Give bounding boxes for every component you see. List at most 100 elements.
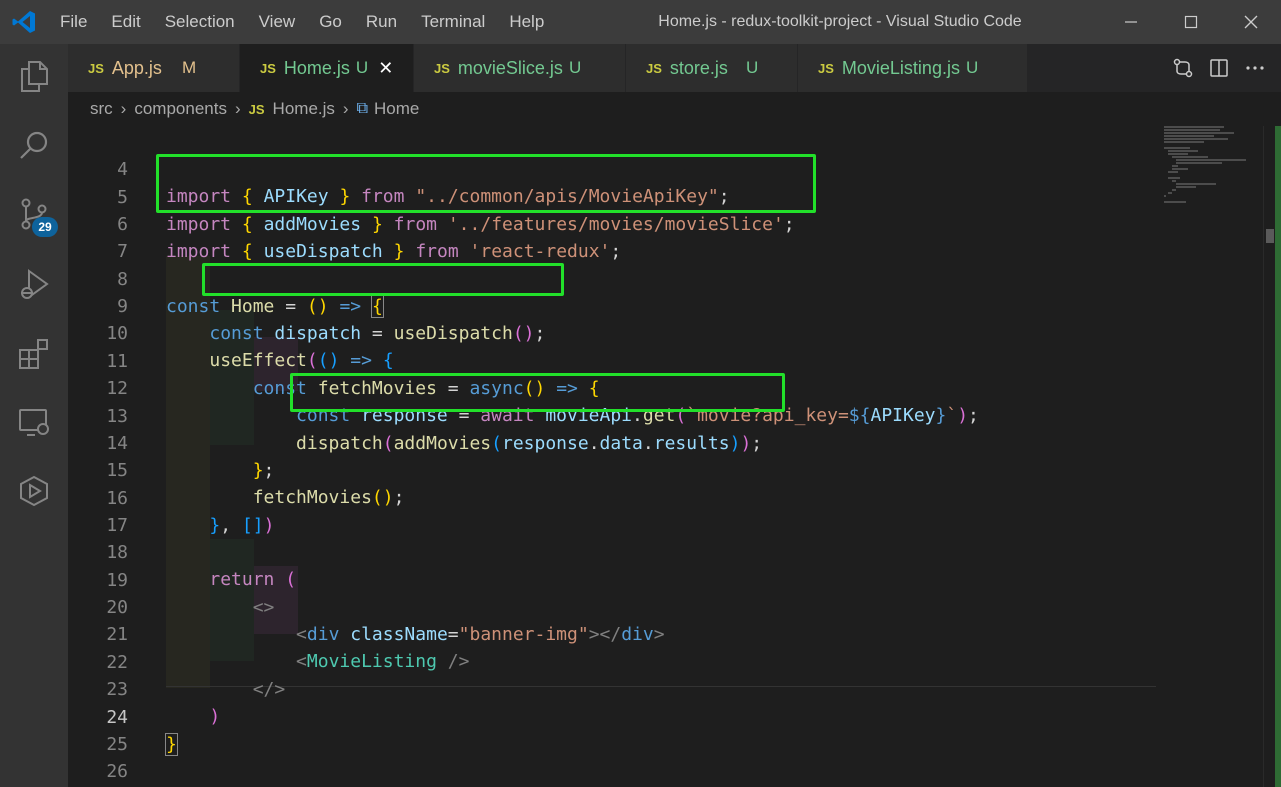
open-changes-icon[interactable] xyxy=(1165,50,1201,86)
minimap-line xyxy=(1164,195,1166,197)
breadcrumb-components[interactable]: components xyxy=(134,99,227,119)
code-line: 9 const dispatch = useDispatch(); xyxy=(68,266,1158,344)
code-line: 8 const Home = () => { xyxy=(68,239,1158,318)
menu-view[interactable]: View xyxy=(247,0,308,44)
search-icon[interactable] xyxy=(14,125,54,165)
tab-home-js[interactable]: JS Home.js U ✕ xyxy=(240,44,414,92)
minimap-line xyxy=(1164,141,1204,143)
code-line: 4 import { APIKey } from "../common/apis… xyxy=(68,129,1158,207)
tab-label: App.js xyxy=(111,57,162,78)
code-line: 6 import { useDispatch } from 'react-red… xyxy=(68,184,1158,262)
code-line: 18 return ( xyxy=(68,512,1158,590)
minimap-line xyxy=(1168,171,1178,173)
minimap[interactable] xyxy=(1158,126,1263,787)
live-share-icon[interactable] xyxy=(14,471,54,511)
minimap-line xyxy=(1164,132,1234,134)
extensions-icon[interactable] xyxy=(14,334,54,374)
close-window-icon[interactable] xyxy=(1221,0,1281,44)
breadcrumb-file[interactable]: Home.js xyxy=(273,99,335,119)
tab-movieslice-js[interactable]: JS movieSlice.js U xyxy=(414,44,626,92)
minimap-line xyxy=(1168,192,1172,194)
tab-label: store.js xyxy=(669,57,728,78)
minimap-line xyxy=(1176,159,1246,161)
code-line: 16 }, []) xyxy=(68,458,1158,536)
minimap-line xyxy=(1172,189,1176,191)
tab-git-status: U xyxy=(965,58,979,77)
breadcrumb-src[interactable]: src xyxy=(90,99,113,119)
js-file-icon: JS xyxy=(434,60,450,76)
code-line: 11 const fetchMovies = async() => { xyxy=(68,321,1158,399)
menu-selection[interactable]: Selection xyxy=(153,0,247,44)
menu-bar: File Edit Selection View Go Run Terminal… xyxy=(48,0,556,44)
menu-help[interactable]: Help xyxy=(497,0,556,44)
tab-git-status: M xyxy=(181,58,197,77)
minimap-line xyxy=(1164,135,1214,137)
menu-edit[interactable]: Edit xyxy=(99,0,152,44)
minimap-line xyxy=(1172,156,1208,158)
tab-bar: JS App.js M JS Home.js U ✕ JS movieSlice… xyxy=(68,44,1281,92)
window-title: Home.js - redux-toolkit-project - Visual… xyxy=(658,13,1022,30)
breadcrumb: src › components › JS Home.js › ⧉ Home xyxy=(68,92,1281,126)
code-line: 25 xyxy=(68,704,1158,755)
code-line: 17 xyxy=(68,485,1158,536)
minimap-line xyxy=(1168,177,1180,179)
maximize-icon[interactable] xyxy=(1161,0,1221,44)
menu-run[interactable]: Run xyxy=(354,0,409,44)
code-line: 20 <div className="banner-img"></div> xyxy=(68,567,1158,645)
menu-file[interactable]: File xyxy=(48,0,99,44)
tab-label: MovieListing.js xyxy=(841,57,960,78)
js-file-icon: JS xyxy=(248,101,265,117)
scrollbar-overview-ruler xyxy=(1275,126,1281,787)
code-editor[interactable]: 4 import { APIKey } from "../common/apis… xyxy=(68,126,1158,787)
code-line: 15 fetchMovies(); xyxy=(68,430,1158,508)
minimap-line xyxy=(1164,138,1228,140)
minimap-line xyxy=(1176,186,1196,188)
code-line: 23 ) xyxy=(68,649,1158,727)
title-bar: File Edit Selection View Go Run Terminal… xyxy=(0,0,1281,44)
symbol-variable-icon: ⧉ xyxy=(356,100,369,117)
minimap-line xyxy=(1176,162,1222,164)
tab-git-status: U xyxy=(568,58,582,77)
code-line: 12 const response = await movieApi.get(`… xyxy=(68,348,1158,426)
run-debug-icon[interactable] xyxy=(14,264,54,304)
code-line: 27 xyxy=(68,759,1158,786)
minimap-line xyxy=(1164,126,1224,128)
more-actions-icon[interactable] xyxy=(1237,50,1273,86)
chevron-right-icon: › xyxy=(234,99,241,118)
tab-store-js[interactable]: JS store.js U xyxy=(626,44,798,92)
split-editor-icon[interactable] xyxy=(1201,50,1237,86)
scrollbar-thumb[interactable] xyxy=(1266,229,1274,243)
tab-movielisting-js[interactable]: JS MovieListing.js U xyxy=(798,44,1028,92)
minimap-line xyxy=(1168,153,1188,155)
menu-go[interactable]: Go xyxy=(307,0,354,44)
code-line: 24 } xyxy=(68,677,1158,756)
tab-label: Home.js xyxy=(283,57,350,78)
code-line: 22 </> xyxy=(68,622,1158,700)
menu-terminal[interactable]: Terminal xyxy=(409,0,497,44)
tab-label: movieSlice.js xyxy=(457,57,563,78)
remote-explorer-icon[interactable] xyxy=(14,402,54,442)
tab-app-js[interactable]: JS App.js M xyxy=(68,44,240,92)
minimap-line xyxy=(1168,150,1198,152)
minimap-line xyxy=(1176,183,1216,185)
vscode-logo-icon xyxy=(0,0,48,44)
code-line: 7 xyxy=(68,211,1158,262)
minimap-line xyxy=(1164,201,1186,203)
code-line: 19 <> xyxy=(68,540,1158,618)
minimap-line xyxy=(1164,129,1220,131)
minimize-icon[interactable] xyxy=(1101,0,1161,44)
close-tab-icon[interactable]: ✕ xyxy=(378,58,393,79)
tab-git-status: U xyxy=(745,58,759,77)
js-file-icon: JS xyxy=(818,60,834,76)
code-line: 14 }; xyxy=(68,403,1158,481)
js-file-icon: JS xyxy=(88,60,104,76)
explorer-icon[interactable] xyxy=(14,56,54,96)
window-controls xyxy=(1101,0,1281,44)
code-line: 13 dispatch(addMovies(response.data.resu… xyxy=(68,376,1158,454)
code-line: 21 <MovieListing /> xyxy=(68,594,1158,672)
activity-bar: 29 xyxy=(0,44,68,787)
minimap-line xyxy=(1164,147,1190,149)
breadcrumb-symbol[interactable]: Home xyxy=(374,99,419,119)
code-line: 5 import { addMovies } from '../features… xyxy=(68,157,1158,235)
minimap-line xyxy=(1172,168,1188,170)
